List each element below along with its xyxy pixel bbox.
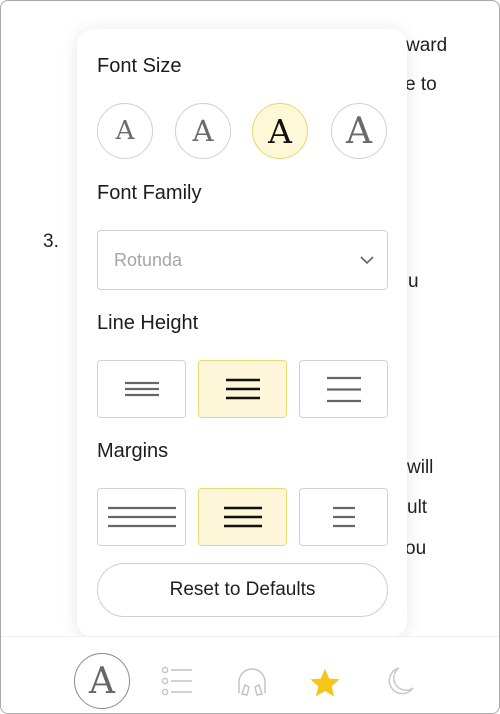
line-height-compact-icon [124, 381, 159, 397]
font-settings-icon: A [89, 660, 115, 702]
star-icon [310, 669, 340, 697]
font-family-select[interactable]: Rotunda [97, 230, 388, 290]
line-height-compact-button[interactable] [97, 360, 186, 418]
margins-narrow-button[interactable] [97, 488, 186, 546]
reader-screen: ward e to 3. u will ult ou Font Size A A… [0, 0, 500, 714]
font-size-option-smallest[interactable]: A [97, 103, 153, 159]
background-text: will [407, 457, 434, 478]
font-size-option-medium[interactable]: A [252, 103, 308, 159]
background-text: ult [407, 497, 428, 518]
line-height-title: Line Height [97, 312, 199, 334]
chevron-down-icon [347, 255, 387, 265]
audio-tab[interactable] [234, 663, 270, 699]
moon-icon [388, 667, 414, 695]
font-size-glyph: A [192, 114, 214, 148]
font-size-glyph: A [115, 116, 135, 146]
line-height-normal-button[interactable] [198, 360, 287, 418]
font-family-value: Rotunda [114, 249, 183, 270]
font-family-title: Font Family [97, 182, 202, 204]
line-height-loose-button[interactable] [299, 360, 388, 418]
bookmarks-tab[interactable] [307, 665, 343, 701]
background-text: ward [406, 35, 448, 56]
bottom-toolbar: A [1, 636, 499, 713]
reading-settings-popover: Font Size A A A A Font Family Rotunda Li… [77, 29, 407, 637]
night-mode-tab[interactable] [382, 663, 418, 699]
font-size-glyph: A [268, 111, 292, 151]
margins-narrow-icon [107, 506, 176, 528]
background-text: u [408, 271, 419, 292]
background-text: e to [405, 74, 437, 95]
font-settings-tab[interactable]: A [74, 653, 130, 709]
margins-title: Margins [97, 440, 169, 462]
font-size-option-large[interactable]: A [331, 103, 387, 159]
table-of-contents-tab[interactable] [159, 663, 195, 699]
background-text: 3. [43, 231, 59, 252]
reset-to-defaults-button[interactable]: Reset to Defaults [97, 563, 388, 617]
margins-medium-icon [223, 506, 262, 528]
font-size-glyph: A [346, 110, 372, 152]
margins-wide-button[interactable] [299, 488, 388, 546]
margins-medium-button[interactable] [198, 488, 287, 546]
font-size-title: Font Size [97, 55, 182, 77]
headphones-icon [238, 668, 266, 696]
background-text: ou [405, 538, 427, 559]
font-size-option-small[interactable]: A [175, 103, 231, 159]
margins-wide-icon [332, 506, 355, 528]
line-height-normal-icon [225, 378, 260, 400]
table-of-contents-icon [161, 666, 192, 696]
line-height-loose-icon [326, 376, 361, 402]
